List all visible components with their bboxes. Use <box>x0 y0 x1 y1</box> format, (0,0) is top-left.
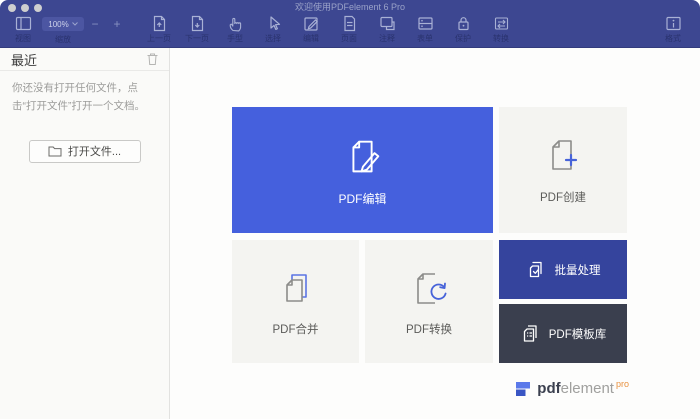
tile-pdf-merge-label: PDF合并 <box>272 323 319 336</box>
toolbar-select-button[interactable]: 选择 <box>254 15 292 44</box>
prev-page-icon <box>153 15 165 32</box>
form-icon <box>417 17 433 30</box>
trash-icon[interactable] <box>146 52 159 66</box>
toolbar-next-page-button[interactable]: 下一页 <box>178 15 216 44</box>
pdf-edit-icon <box>351 140 379 172</box>
batch-process-icon <box>529 261 542 278</box>
tile-pdf-create-label: PDF创建 <box>540 192 586 204</box>
tile-pdf-template-library[interactable]: PDF模板库 <box>499 304 627 363</box>
toolbar-form-button[interactable]: 表单 <box>406 15 444 44</box>
panel-view-icon <box>15 16 31 31</box>
cursor-select-icon <box>269 16 280 30</box>
toolbar-convert-button[interactable]: 转换 <box>482 15 520 44</box>
open-file-label: 打开文件... <box>67 146 122 159</box>
lock-icon <box>457 17 469 31</box>
toolbar-view-label: 视图 <box>15 34 31 43</box>
zoom-level-dropdown[interactable]: 100% <box>42 17 84 31</box>
app-header: 欢迎使用PDFelement 6 Pro 视图 100% − + 缩放 上一页 … <box>0 0 700 48</box>
maximize-window-button[interactable] <box>34 4 42 12</box>
brand-logo: pdf element pro <box>232 378 629 397</box>
next-page-icon <box>191 15 203 32</box>
titlebar: 欢迎使用PDFelement 6 Pro <box>0 0 700 13</box>
pdf-merge-icon <box>285 273 307 302</box>
brand-text-pdf: pdf <box>537 380 561 397</box>
pdf-convert-icon <box>417 272 447 304</box>
tile-pdf-convert-label: PDF转换 <box>406 323 452 336</box>
convert-icon <box>494 17 508 30</box>
zoom-level-value: 100% <box>48 19 69 29</box>
toolbar-format-label: 格式 <box>665 34 681 43</box>
pdf-create-icon <box>552 140 578 170</box>
toolbar-view-button[interactable]: 视图 <box>8 15 38 44</box>
comment-icon <box>379 16 395 31</box>
toolbar-edit-button[interactable]: 编辑 <box>292 15 330 44</box>
page-icon <box>343 15 355 32</box>
tile-pdf-merge[interactable]: PDF合并 <box>232 240 359 363</box>
toolbar-comment-button[interactable]: 注释 <box>368 15 406 44</box>
right-tile-stack: 批量处理 PDF模板库 <box>499 240 627 363</box>
folder-icon <box>48 146 62 157</box>
edit-pencil-icon <box>303 17 318 31</box>
tile-pdf-template-library-label: PDF模板库 <box>548 328 607 341</box>
close-window-button[interactable] <box>8 4 16 12</box>
feature-tiles: PDF编辑 PDF创建 PDF合并 PDF转换 批量处理 PDF模板库 <box>232 107 629 363</box>
hand-icon <box>229 17 241 32</box>
toolbar-hand-button[interactable]: 手型 <box>216 15 254 44</box>
toolbar-protect-button[interactable]: 保护 <box>444 15 482 44</box>
sidebar-title: 最近 <box>11 52 38 68</box>
tile-pdf-edit-label: PDF编辑 <box>338 191 387 206</box>
toolbar-page-button[interactable]: 页面 <box>330 15 368 44</box>
pdfelement-logo-icon <box>516 381 531 396</box>
empty-state-message: 你还没有打开任何文件，点击“打开文件”打开一个文档。 <box>12 82 145 112</box>
app-window: 欢迎使用PDFelement 6 Pro 视图 100% − + 缩放 上一页 … <box>0 0 700 419</box>
tile-batch-process-label: 批量处理 <box>554 264 601 277</box>
recent-sidebar: 最近 你还没有打开任何文件，点击“打开文件”打开一个文档。 打开文件... <box>0 48 170 419</box>
toolbar-format-button[interactable]: 格式 <box>654 15 692 44</box>
window-title: 欢迎使用PDFelement 6 Pro <box>294 2 406 12</box>
template-library-icon <box>523 325 537 342</box>
tile-pdf-edit[interactable]: PDF编辑 <box>232 107 493 233</box>
toolbar-zoom-label: 缩放 <box>55 35 71 44</box>
brand-text-pro: pro <box>615 378 629 389</box>
minimize-window-button[interactable] <box>21 4 29 12</box>
tile-pdf-create[interactable]: PDF创建 <box>499 107 627 233</box>
chevron-down-icon <box>71 22 78 26</box>
toolbar-prev-page-button[interactable]: 上一页 <box>140 15 178 44</box>
traffic-lights <box>8 4 42 12</box>
toolbar-zoom-group: 100% − + 缩放 <box>42 15 128 45</box>
zoom-in-button[interactable]: + <box>106 17 128 31</box>
open-file-button[interactable]: 打开文件... <box>28 139 141 163</box>
brand-text-element: element <box>560 380 614 397</box>
format-info-icon <box>665 16 681 31</box>
zoom-out-button[interactable]: − <box>84 17 106 31</box>
tile-batch-process[interactable]: 批量处理 <box>499 240 627 299</box>
main-area: PDF编辑 PDF创建 PDF合并 PDF转换 批量处理 PDF模板库 pdf … <box>170 48 700 419</box>
toolbar: 视图 100% − + 缩放 上一页 下一页 手型 选择 编辑 页面 注释 表单… <box>0 13 700 47</box>
tile-pdf-convert[interactable]: PDF转换 <box>365 240 493 363</box>
sidebar-header: 最近 <box>0 48 169 71</box>
